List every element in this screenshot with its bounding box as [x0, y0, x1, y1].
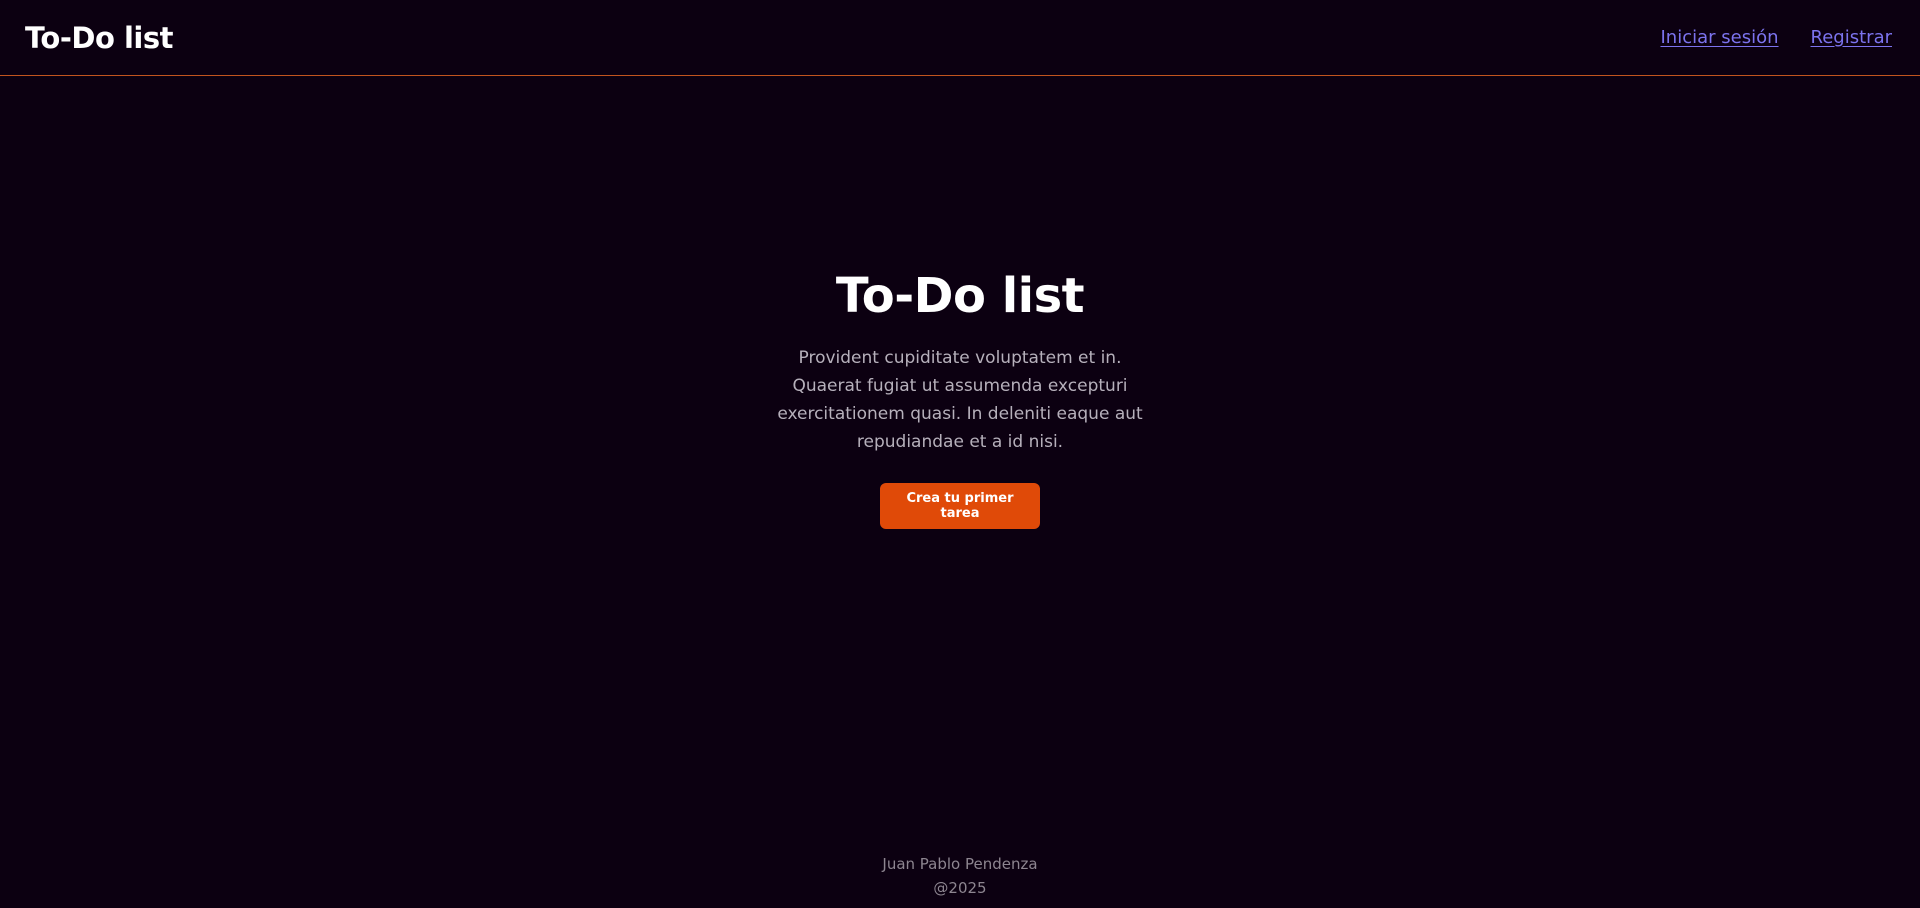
nav-links: Iniciar sesión Registrar [1661, 27, 1893, 48]
hero-description: Provident cupiditate voluptatem et in. Q… [777, 348, 1143, 452]
hero-section: To-Do list Provident cupiditate voluptat… [0, 262, 1920, 529]
hero-title: To-Do list [835, 268, 1085, 324]
footer: Juan Pablo Pendenza @2025 [0, 852, 1920, 900]
login-link[interactable]: Iniciar sesión [1661, 27, 1779, 48]
brand-logo-link[interactable]: To-Do list [25, 21, 174, 55]
create-first-task-button[interactable]: Crea tu primer tarea [880, 483, 1040, 529]
register-link[interactable]: Registrar [1811, 27, 1892, 48]
navbar: To-Do list Iniciar sesión Registrar [0, 0, 1920, 76]
footer-author: Juan Pablo Pendenza [882, 855, 1038, 873]
footer-copyright: @2025 [933, 879, 987, 897]
page: To-Do list Iniciar sesión Registrar To-D… [0, 0, 1920, 908]
